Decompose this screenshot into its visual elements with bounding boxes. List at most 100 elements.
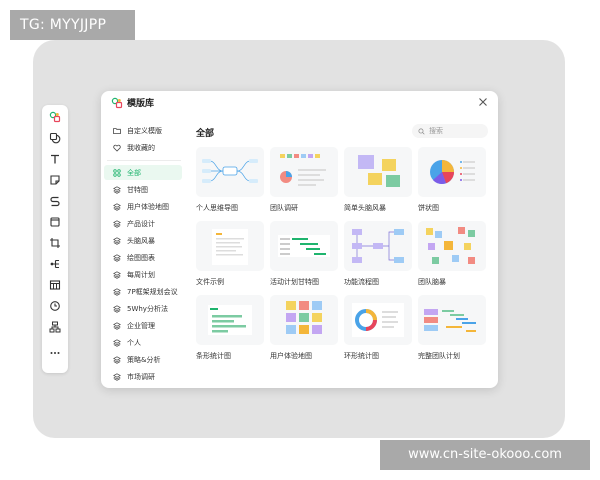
tool-frame[interactable] [47,214,63,230]
template-card-user-journey[interactable]: 用户体验地图 [270,295,338,361]
layers-icon [113,338,121,347]
sidebar-item-market-research[interactable]: 市场调研 [104,369,182,384]
tool-connector[interactable] [47,193,63,209]
close-icon[interactable] [477,96,489,108]
template-label: 团队脑暴 [418,278,446,286]
layers-icon [113,304,121,313]
tool-shape[interactable] [47,130,63,146]
tool-table[interactable] [47,277,63,293]
template-label: 个人思维导图 [196,204,238,212]
template-label: 团队调研 [270,204,298,212]
sidebar-item-label: 策略&分析 [127,355,161,364]
table-icon [49,280,61,290]
sticky-note-icon [50,175,60,185]
template-card-team-survey[interactable]: 团队调研 [270,147,338,213]
template-library-dialog: 模版库 自定义模版 我收藏的 全部 甘特图 用户体验地图 产品设计 头脑风暴 绘… [101,91,498,388]
org-chart-icon [49,321,61,333]
sidebar-item-all[interactable]: 全部 [104,165,182,180]
template-label: 用户体验地图 [270,352,312,360]
sidebar-item-label: 甘特图 [127,185,148,194]
template-card-team-brainstorm[interactable]: 团队脑暴 [418,221,486,287]
sidebar-item-user-journey[interactable]: 用户体验地图 [104,199,182,214]
sidebar-item-weekly-plan[interactable]: 每周计划 [104,267,182,282]
search-placeholder: 搜索 [429,127,443,135]
template-label: 环形统计图 [344,352,379,360]
layers-icon [113,219,121,228]
sidebar-item-label: 7P框架规划会议 [127,287,178,296]
tool-sticky-note[interactable] [47,172,63,188]
sidebar-item-label: 我收藏的 [127,143,155,152]
template-thumbnail [344,295,412,345]
template-thumbnail [196,295,264,345]
sidebar-item-label: 绘图图表 [127,253,155,262]
layers-icon [113,372,121,381]
tool-template[interactable] [47,109,63,125]
template-label: 文件示例 [196,278,224,286]
layers-icon [113,253,121,262]
template-card-event-gantt[interactable]: 活动计划甘特图 [270,221,338,287]
section-title: 全部 [196,129,215,139]
template-label: 完整团队计划 [418,352,460,360]
sidebar-item-custom-templates[interactable]: 自定义模版 [104,123,182,138]
sidebar-item-brainstorm[interactable]: 头脑风暴 [104,233,182,248]
shape-icon [49,132,61,144]
template-thumbnail [270,221,338,271]
text-icon [51,154,59,164]
sidebar-item-label: 市场调研 [127,372,155,381]
dialog-title: 模版库 [127,99,155,109]
sidebar-item-favorites[interactable]: 我收藏的 [104,140,182,155]
template-thumbnail [344,221,412,271]
sidebar-item-strategy[interactable]: 策略&分析 [104,352,182,367]
folder-icon [113,127,121,134]
sidebar-item-enterprise[interactable]: 企业管理 [104,318,182,333]
template-content: 全部 搜索 个人思维导图 团队调研 简单头脑风暴 饼状图 文件示例 活动计划甘特… [184,115,498,388]
sidebar-item-5why[interactable]: 5Why分析法 [104,301,182,316]
watermark-bottom: www.cn-site-okooo.com [380,440,590,470]
mindmap-icon [50,259,59,269]
template-label: 饼状图 [418,204,439,212]
sidebar-item-product-design[interactable]: 产品设计 [104,216,182,231]
sidebar-item-personal[interactable]: 个人 [104,335,182,350]
sidebar-item-label: 个人 [127,338,141,347]
template-thumbnail [418,221,486,271]
template-icon [49,111,61,123]
tool-text[interactable] [47,151,63,167]
template-label: 条形统计图 [196,352,231,360]
tool-timer[interactable] [47,298,63,314]
grid-icon [113,168,121,177]
sidebar-item-label: 自定义模版 [127,126,162,135]
tool-mindmap[interactable] [47,256,63,272]
template-label: 简单头脑风暴 [344,204,386,212]
template-card-flowchart[interactable]: 功能流程图 [344,221,412,287]
layers-icon [113,202,121,211]
template-thumbnail [196,147,264,197]
tool-crop[interactable] [47,235,63,251]
clock-icon [50,301,60,311]
template-card-document[interactable]: 文件示例 [196,221,264,287]
sidebar-item-label: 企业管理 [127,321,155,330]
sidebar-item-label: 头脑风暴 [127,236,155,245]
sidebar-item-label: 用户体验地图 [127,202,169,211]
template-card-mindmap[interactable]: 个人思维导图 [196,147,264,213]
layers-icon [113,321,121,330]
layers-icon [113,355,121,364]
template-card-donut-chart[interactable]: 环形统计图 [344,295,412,361]
template-card-simple-brainstorm[interactable]: 简单头脑风暴 [344,147,412,213]
tool-org-chart[interactable] [47,319,63,335]
template-card-team-plan[interactable]: 完整团队计划 [418,295,486,361]
sidebar-item-charts[interactable]: 绘图图表 [104,250,182,265]
search-icon [418,128,425,135]
layers-icon [113,287,121,296]
template-thumbnail [418,147,486,197]
crop-icon [50,238,60,248]
tool-more[interactable] [47,345,63,361]
template-card-pie-chart[interactable]: 饼状图 [418,147,486,213]
sidebar-item-7p-framework[interactable]: 7P框架规划会议 [104,284,182,299]
template-thumbnail [270,295,338,345]
dialog-header: 模版库 [101,91,498,115]
template-library-logo-icon [111,97,123,109]
search-input[interactable]: 搜索 [412,124,488,138]
template-card-bar-chart[interactable]: 条形统计图 [196,295,264,361]
sidebar-item-gantt[interactable]: 甘特图 [104,182,182,197]
sidebar-item-label: 每周计划 [127,270,155,279]
